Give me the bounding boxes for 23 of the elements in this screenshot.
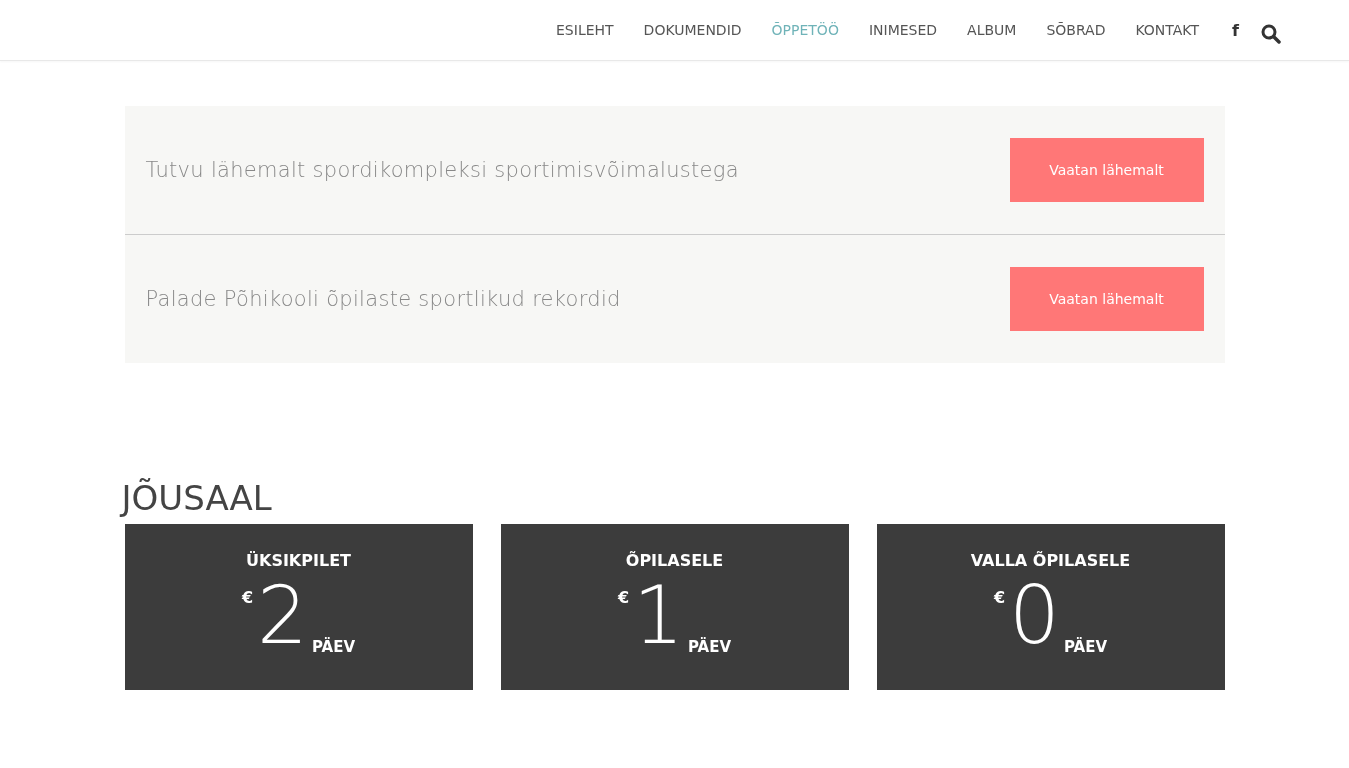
nav-link[interactable]: SÕBRAD bbox=[1031, 22, 1121, 38]
banner-text: Tutvu lähemalt spordikompleksi sportimisvõimalustega bbox=[145, 158, 739, 182]
price-name: ÕPILASELE bbox=[625, 551, 724, 570]
price-name: VALLA ÕPILASELE bbox=[970, 551, 1131, 570]
currency-symbol: € bbox=[617, 588, 630, 607]
currency-symbol: € bbox=[241, 588, 254, 607]
nav-link[interactable]: ESILEHT bbox=[541, 22, 629, 38]
search-icon[interactable] bbox=[1261, 24, 1281, 44]
facebook-link[interactable]: f bbox=[1214, 20, 1261, 40]
currency-symbol: € bbox=[993, 588, 1006, 607]
price-name: ÜKSIKPILET bbox=[246, 551, 351, 570]
price-unit: PÄEV bbox=[311, 638, 356, 656]
banner-text: Palade Põhikooli õpilaste sportlikud rekordid bbox=[145, 287, 621, 311]
price-amount: 1 bbox=[633, 576, 684, 656]
nav-link[interactable]: DOKUMENDID bbox=[628, 22, 757, 38]
price-amount: 2 bbox=[257, 576, 308, 656]
nav-link[interactable]: ALBUM bbox=[952, 22, 1032, 38]
nav-link[interactable]: KONTAKT bbox=[1120, 22, 1215, 38]
price-unit: PÄEV bbox=[687, 638, 732, 656]
section-title: JÕUSAAL bbox=[121, 478, 273, 518]
price-unit: PÄEV bbox=[1063, 638, 1108, 656]
price-amount: 0 bbox=[1009, 576, 1060, 656]
nav-link[interactable]: INIMESED bbox=[853, 22, 953, 38]
